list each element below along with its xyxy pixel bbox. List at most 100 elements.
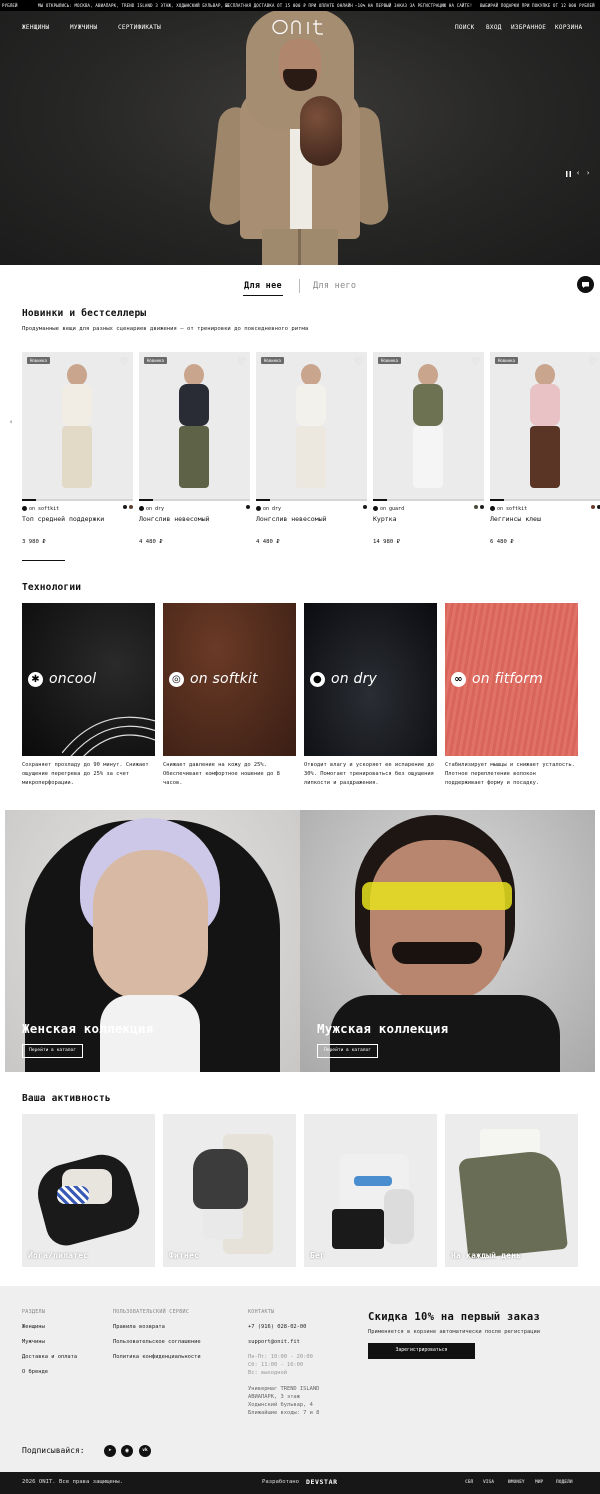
product-image[interactable]: Новинка ♡	[139, 352, 250, 501]
footer-email[interactable]: support@onit.fit	[248, 1339, 300, 1345]
tech-icon	[22, 506, 27, 511]
developer-label: Разработано	[262, 1479, 300, 1485]
product-name[interactable]: Леггинсы клеш	[490, 515, 600, 539]
footer-service-title: Пользовательский сервис	[113, 1309, 190, 1315]
activity-label: Бег	[310, 1251, 326, 1260]
carousel-prev-icon[interactable]: ‹	[9, 418, 13, 426]
catalog-button[interactable]: Перейти в каталог	[22, 1044, 84, 1058]
product-image[interactable]: Новинка ♡	[490, 352, 600, 501]
color-swatches[interactable]	[474, 505, 484, 509]
developer-logo[interactable]: DEVSTAR	[306, 1478, 338, 1486]
nav-certificates[interactable]: Сертификаты	[118, 24, 161, 31]
tab-divider	[299, 279, 300, 293]
nav-login[interactable]: Вход	[486, 24, 502, 31]
tech-desc: Отводит влагу и ускоряет ее испарение до…	[304, 762, 434, 786]
new-badge: Новинка	[261, 357, 284, 364]
footer-link[interactable]: Правила возврата	[113, 1324, 165, 1330]
collection-title: Мужская коллекция	[317, 1021, 449, 1036]
heart-icon[interactable]: ♡	[472, 356, 479, 367]
footer-phone[interactable]: +7 (916) 028-02-00	[248, 1324, 306, 1330]
nav-women[interactable]: Женщины	[22, 24, 49, 31]
catalog-button[interactable]: Перейти в каталог	[317, 1044, 379, 1058]
register-button[interactable]: Зарегистрироваться	[368, 1343, 475, 1359]
vk-icon[interactable]: vk	[139, 1445, 151, 1457]
activity-card-running[interactable]: Бег	[304, 1114, 437, 1267]
color-swatch[interactable]	[123, 505, 127, 509]
tech-section-title: Технологии	[22, 582, 82, 593]
tab-for-her[interactable]: Для нее	[244, 281, 282, 291]
color-swatch[interactable]	[480, 505, 484, 509]
snowflake-icon: ✱	[28, 671, 43, 687]
men-collection-banner[interactable]: Мужская коллекция Перейти в каталог	[300, 810, 595, 1072]
footer-address: Универмаг TREND ISLAND АВИАПАРК, 3 этаж …	[248, 1386, 320, 1416]
nav-favorites[interactable]: Избранное	[511, 24, 546, 31]
image-progress	[256, 499, 367, 501]
color-swatch[interactable]	[363, 505, 367, 509]
heart-icon[interactable]: ♡	[238, 356, 245, 367]
heart-icon[interactable]: ♡	[355, 356, 362, 367]
heart-icon[interactable]: ♡	[589, 356, 596, 367]
carousel-progress	[22, 560, 65, 561]
color-swatch[interactable]	[129, 505, 133, 509]
activity-card-fitness[interactable]: Фитнес	[163, 1114, 296, 1267]
women-collection-banner[interactable]: Женская коллекция Перейти в каталог	[5, 810, 300, 1072]
color-swatches[interactable]	[123, 505, 133, 509]
oncool-logo: ✱ oncool	[28, 671, 96, 687]
nav-search[interactable]: Поиск	[455, 24, 475, 31]
tech-card-fitform[interactable]: ∞ on fitform Стабилизирует мышцы и снижае…	[445, 603, 578, 788]
footer-link[interactable]: Женщины	[22, 1324, 45, 1330]
product-image[interactable]: Новинка ♡	[256, 352, 367, 501]
promo-subtitle: Применяется в корзине автоматически посл…	[368, 1329, 541, 1335]
hero-prev-icon[interactable]: ‹	[576, 169, 580, 177]
tab-for-him[interactable]: Для него	[313, 281, 356, 291]
hero-banner[interactable]	[0, 11, 600, 265]
tech-card-dry[interactable]: ● on dry Отводит влагу и ускоряет ее испа…	[304, 603, 437, 788]
product-card[interactable]: Новинка ♡ on softkit Леггинсы клеш 6 480 ₽	[490, 352, 600, 545]
pause-icon[interactable]	[565, 170, 572, 180]
footer-link[interactable]: Мужчины	[22, 1339, 45, 1345]
max-icon[interactable]: ◉	[121, 1445, 133, 1457]
brand-logo[interactable]	[272, 19, 328, 35]
telegram-icon[interactable]: ➤	[104, 1445, 116, 1457]
ticker-delivery: БЕСПЛАТНАЯ ДОСТАВКА ОТ 15 000 ₽ ПРИ ОПЛА…	[225, 3, 353, 8]
product-name[interactable]: Лонгслив невесомый	[256, 515, 367, 539]
product-name[interactable]: Топ средней поддержки	[22, 515, 133, 539]
color-swatch[interactable]	[246, 505, 250, 509]
activity-label: На каждый день	[451, 1251, 522, 1260]
footer-link[interactable]: Политика конфиденциальности	[113, 1354, 201, 1360]
product-card[interactable]: Новинка ♡ on guard Куртка 14 980 ₽	[373, 352, 484, 545]
color-swatches[interactable]	[246, 505, 250, 509]
product-name[interactable]: Куртка	[373, 515, 484, 539]
nav-men[interactable]: Мужчины	[70, 24, 97, 31]
product-card[interactable]: Новинка ♡ on softkit Топ средней поддержки 3…	[22, 352, 133, 545]
new-badge: Новинка	[378, 357, 401, 364]
product-image[interactable]: Новинка ♡	[22, 352, 133, 501]
copyright: 2026 ONIT. Все права защищены.	[22, 1479, 124, 1485]
tech-card-softkit[interactable]: ◎ on softkit Снижает давление на кожу до …	[163, 603, 296, 788]
tech-card-oncool[interactable]: ✱ oncool Сохраняет прохладу до 90 минут. …	[22, 603, 155, 788]
new-badge: Новинка	[27, 357, 50, 364]
footer-link[interactable]: О бренде	[22, 1369, 48, 1375]
product-image[interactable]: Новинка ♡	[373, 352, 484, 501]
hero-next-icon[interactable]: ›	[586, 169, 590, 177]
activity-card-everyday[interactable]: На каждый день	[445, 1114, 578, 1267]
product-name[interactable]: Лонгслив невесомый	[139, 515, 250, 539]
color-swatch[interactable]	[591, 505, 595, 509]
product-card[interactable]: Новинка ♡ on dry Лонгслив невесомый 4 480 ₽	[139, 352, 250, 545]
dry-logo: ● on dry	[310, 671, 377, 687]
activity-card-yoga[interactable]: Йога/пилатес	[22, 1114, 155, 1267]
nav-cart[interactable]: Корзина	[555, 24, 582, 31]
footer-link[interactable]: Доставка и оплата	[22, 1354, 77, 1360]
color-swatch[interactable]	[474, 505, 478, 509]
chat-icon[interactable]	[577, 276, 594, 293]
new-section-subtitle: Продуманные вещи для разных сценариев дв…	[22, 326, 309, 332]
mir-icon: МИР	[535, 1480, 544, 1485]
tech-icon	[490, 506, 495, 511]
visa-icon: VISA	[483, 1480, 495, 1485]
footer-link[interactable]: Пользовательское соглашение	[113, 1339, 201, 1345]
product-card[interactable]: Новинка ♡ on dry Лонгслив невесомый 4 480 ₽	[256, 352, 367, 545]
new-section-title: Новинки и бестселлеры	[22, 308, 147, 319]
heart-icon[interactable]: ♡	[121, 356, 128, 367]
color-swatches[interactable]	[363, 505, 367, 509]
color-swatches[interactable]	[591, 505, 600, 509]
